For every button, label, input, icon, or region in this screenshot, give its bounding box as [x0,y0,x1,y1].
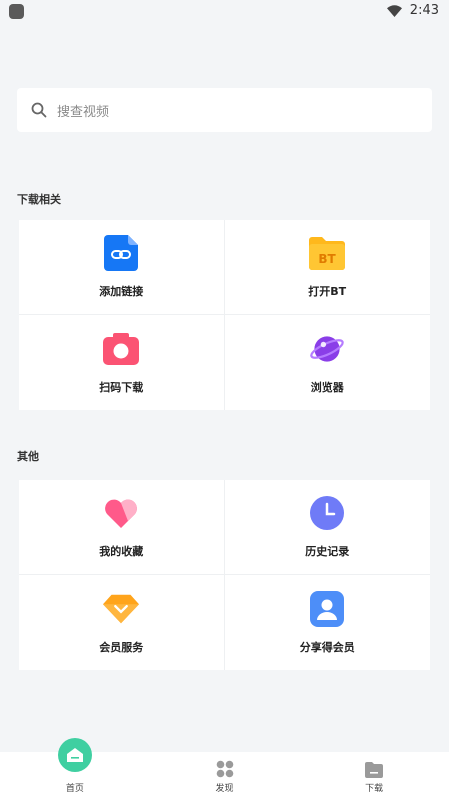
scan-download-label: 扫码下载 [99,380,144,394]
home-icon [57,738,92,772]
browser-label: 浏览器 [310,380,344,394]
nav-home-label: 首页 [65,784,84,794]
bt-folder-icon: BT [309,235,346,271]
nav-download-label: 下载 [365,784,384,794]
share-vip-label: 分享得会员 [299,640,355,654]
status-time: 2:43 [409,3,439,18]
clock-icon [309,495,345,531]
nav-download[interactable]: 下载 [299,752,449,800]
browser-button[interactable]: 浏览器 [225,315,431,410]
other-grid: 我的收藏 历史记录 会员服务 分享得会员 [19,480,430,670]
scan-download-button[interactable]: 扫码下载 [19,315,225,410]
search-placeholder: 搜查视频 [57,104,110,120]
share-vip-button[interactable]: 分享得会员 [225,575,431,670]
favorites-button[interactable]: 我的收藏 [19,480,225,575]
add-link-button[interactable]: 添加链接 [19,220,225,315]
download-folder-icon [365,762,384,778]
favorites-label: 我的收藏 [99,545,144,558]
link-icon [103,235,139,271]
search-input[interactable]: 搜查视频 [17,88,432,132]
discover-icon [216,760,233,778]
user-share-icon [309,590,345,627]
history-label: 历史记录 [305,545,350,558]
heart-icon [103,495,139,531]
nav-home[interactable]: 首页 [0,738,150,800]
planet-browser-icon [309,331,345,367]
vip-service-label: 会员服务 [99,640,144,654]
camera-scan-icon [103,331,140,367]
nav-discover[interactable]: 发现 [150,752,300,800]
vip-service-button[interactable]: 会员服务 [19,575,225,670]
download-grid: 添加链接 BT 打开BT 扫码下载 浏览器 [19,220,430,410]
bottom-navigation: 首页 发现 下载 [0,738,449,800]
section-title-other: 其他 [17,450,39,463]
nav-discover-label: 发现 [215,784,234,794]
open-bt-button[interactable]: BT 打开BT [224,220,430,315]
status-bar: 2:43 [0,0,449,22]
app-notification-icon [9,4,24,19]
search-icon [31,102,47,118]
open-bt-label: 打开BT [308,285,347,298]
history-button[interactable]: 历史记录 [224,480,430,575]
add-link-label: 添加链接 [99,285,144,298]
svg-text:BT: BT [319,252,337,266]
diamond-icon [103,591,140,627]
wifi-icon [386,4,402,17]
section-title-download: 下载相关 [17,193,61,206]
